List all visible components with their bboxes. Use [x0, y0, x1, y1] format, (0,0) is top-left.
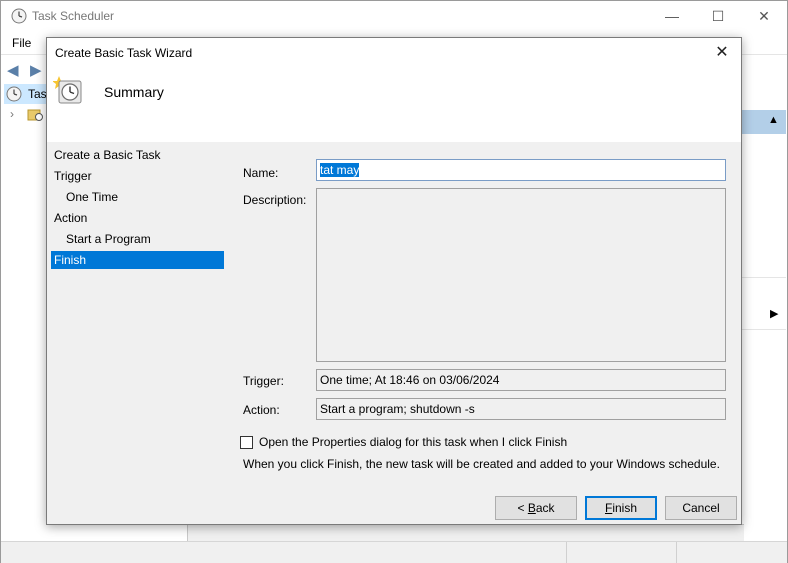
actions-pane: ▲ ▶ [742, 83, 786, 543]
status-separator [566, 542, 567, 563]
step-start-a-program[interactable]: Start a Program [51, 230, 224, 248]
back-button-rest: ack [535, 501, 555, 515]
step-trigger[interactable]: Trigger [51, 167, 224, 185]
wizard-page-title: Summary [104, 84, 164, 100]
dialog-title: Create Basic Task Wizard [55, 46, 193, 60]
tree-item-task-scheduler-library[interactable]: Task [4, 84, 53, 104]
menu-file[interactable]: File [12, 36, 31, 50]
actions-pane-header[interactable]: ▲ [742, 110, 786, 134]
action-field: Start a program; shutdown -s [316, 398, 726, 420]
trigger-field: One time; At 18:46 on 03/06/2024 [316, 369, 726, 391]
finish-button[interactable]: Finish [585, 496, 657, 520]
name-label: Name: [243, 166, 279, 180]
create-basic-task-wizard: Create Basic Task Wizard ✕ Summary Creat… [46, 37, 742, 525]
back-button[interactable]: < Back [495, 496, 577, 520]
name-value: tat may [320, 163, 360, 177]
minimize-icon[interactable]: — [649, 1, 695, 32]
actions-divider [742, 277, 786, 278]
back-arrow-icon[interactable]: ◀ [7, 61, 19, 79]
title-bar: Task Scheduler — ☐ ✕ [1, 1, 787, 32]
actions-divider [742, 329, 786, 330]
dialog-close-icon[interactable]: ✕ [705, 38, 739, 68]
description-label: Description: [243, 193, 307, 207]
folder-clock-icon [27, 109, 43, 121]
step-create-basic-task[interactable]: Create a Basic Task [51, 146, 224, 164]
collapse-up-icon[interactable]: ▲ [768, 114, 779, 126]
name-field[interactable]: tat may [316, 159, 726, 181]
step-action[interactable]: Action [51, 209, 224, 227]
step-finish[interactable]: Finish [51, 251, 224, 269]
submenu-arrow-icon[interactable]: ▶ [770, 307, 778, 320]
open-properties-label[interactable]: Open the Properties dialog for this task… [259, 435, 567, 449]
finish-info-text: When you click Finish, the new task will… [243, 457, 720, 471]
bottom-pane-strip [187, 524, 744, 541]
back-button-accesskey: B [527, 501, 536, 515]
chevron-right-icon[interactable]: › [10, 104, 14, 124]
open-properties-checkbox[interactable] [240, 436, 253, 449]
navigation-tree: Task › [4, 83, 53, 543]
forward-arrow-icon[interactable]: ▶ [30, 61, 42, 79]
status-bar [1, 541, 787, 563]
action-label: Action: [243, 403, 280, 417]
clock-icon [6, 86, 22, 102]
status-separator [676, 542, 677, 563]
close-icon[interactable]: ✕ [741, 1, 787, 32]
wizard-clock-icon [53, 76, 82, 104]
app-title: Task Scheduler [32, 9, 115, 23]
trigger-label: Trigger: [243, 374, 284, 388]
dialog-title-bar: Create Basic Task Wizard ✕ [47, 38, 741, 68]
step-one-time[interactable]: One Time [51, 188, 224, 206]
finish-button-rest: inish [612, 501, 638, 515]
description-field[interactable] [316, 188, 726, 362]
cancel-button[interactable]: Cancel [665, 496, 737, 520]
maximize-icon[interactable]: ☐ [695, 1, 741, 32]
wizard-steps-list: Create a Basic Task Trigger One Time Act… [47, 142, 227, 502]
task-scheduler-app-icon [11, 8, 27, 24]
dialog-header: Summary [47, 68, 741, 142]
back-button-prefix: < [517, 501, 528, 515]
